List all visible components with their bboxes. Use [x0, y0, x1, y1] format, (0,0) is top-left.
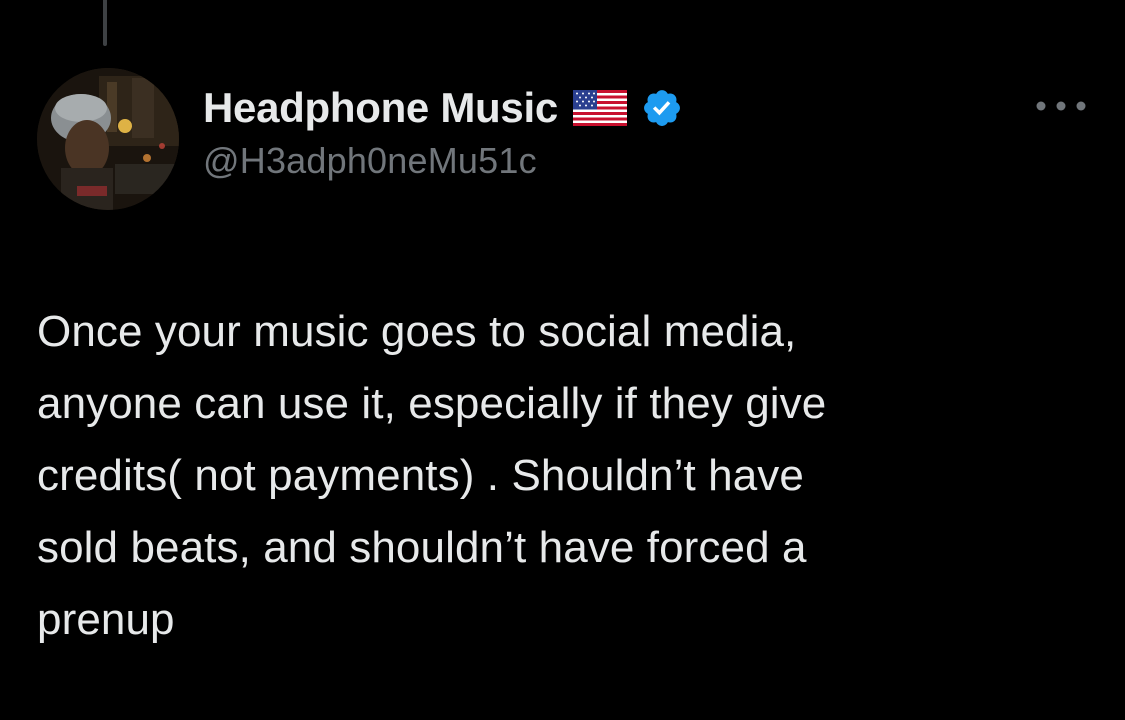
- us-flag-icon: [572, 90, 627, 126]
- author-display-name[interactable]: Headphone Music: [203, 84, 558, 132]
- more-options-icon: [1036, 101, 1086, 111]
- author-name-row: Headphone Music: [203, 82, 683, 134]
- avatar[interactable]: [37, 68, 179, 210]
- avatar-photo: [37, 68, 179, 210]
- tweet-text: Once your music goes to social media, an…: [37, 307, 827, 644]
- thread-connector-line: [103, 0, 107, 46]
- verified-badge-icon[interactable]: [641, 87, 683, 129]
- tweet-header: Headphone Music @H3adph0neMu51c: [203, 82, 683, 182]
- more-options-button[interactable]: [1034, 93, 1088, 119]
- author-handle[interactable]: @H3adph0neMu51c: [203, 140, 683, 182]
